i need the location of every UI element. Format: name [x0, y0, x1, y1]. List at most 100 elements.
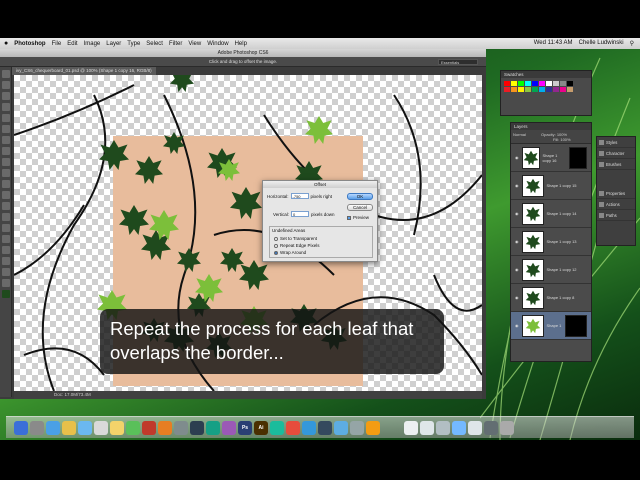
visibility-eye-icon[interactable]: ◉: [515, 155, 519, 160]
menu-edit[interactable]: Edit: [67, 41, 77, 47]
marquee-tool-icon[interactable]: [2, 81, 10, 89]
menu-select[interactable]: Select: [146, 41, 163, 47]
menu-app[interactable]: Photoshop: [14, 41, 45, 47]
foreground-color-swatch[interactable]: [2, 290, 10, 298]
menu-type[interactable]: Type: [127, 41, 140, 47]
trash-icon[interactable]: [500, 420, 514, 435]
menu-layer[interactable]: Layer: [106, 41, 121, 47]
visibility-eye-icon[interactable]: ◉: [515, 267, 519, 272]
preferences-icon[interactable]: [174, 420, 188, 435]
visibility-eye-icon[interactable]: ◉: [515, 239, 519, 244]
downloads-icon[interactable]: [484, 420, 498, 435]
swatch-18[interactable]: [560, 87, 566, 92]
layer-row[interactable]: ◉ Shape 1 copy 16: [511, 144, 591, 172]
character-panel-button[interactable]: Character: [597, 148, 635, 159]
dodge-tool-icon[interactable]: [2, 213, 10, 221]
apple-icon[interactable]: ●: [4, 40, 8, 47]
app-icon-17[interactable]: [270, 420, 284, 435]
document-icon-1[interactable]: [404, 420, 418, 435]
quick-select-tool-icon[interactable]: [2, 103, 10, 111]
document-icon-2[interactable]: [420, 420, 434, 435]
calendar-icon[interactable]: [94, 420, 108, 435]
app-icon-20[interactable]: [318, 420, 332, 435]
layer-row[interactable]: ◉ Shape 1: [511, 312, 591, 340]
swatch-6[interactable]: [546, 81, 552, 86]
messages-icon[interactable]: [126, 420, 140, 435]
properties-panel-button[interactable]: Properties: [597, 188, 635, 199]
mail-icon[interactable]: [62, 420, 76, 435]
repeat-edge-radio[interactable]: [274, 243, 278, 248]
type-tool-icon[interactable]: [2, 235, 10, 243]
fill-value[interactable]: 100%: [560, 137, 570, 142]
swatch-12[interactable]: [518, 87, 524, 92]
ok-button[interactable]: OK: [347, 193, 373, 200]
spotlight-icon[interactable]: ⚲: [630, 40, 634, 47]
document-icon-3[interactable]: [436, 420, 450, 435]
menu-help[interactable]: Help: [235, 41, 247, 47]
finder-icon[interactable]: [14, 420, 28, 435]
swatch-7[interactable]: [553, 81, 559, 86]
swatch-10[interactable]: [504, 87, 510, 92]
menu-window[interactable]: Window: [207, 41, 228, 47]
app-icon-22[interactable]: [350, 420, 364, 435]
app-icon-18[interactable]: [286, 420, 300, 435]
swatch-16[interactable]: [546, 87, 552, 92]
visibility-eye-icon[interactable]: ◉: [515, 295, 519, 300]
swatch-4[interactable]: [532, 81, 538, 86]
blur-tool-icon[interactable]: [2, 202, 10, 210]
styles-panel-button[interactable]: Styles: [597, 137, 635, 148]
menu-filter[interactable]: Filter: [169, 41, 182, 47]
gradient-tool-icon[interactable]: [2, 191, 10, 199]
app-icon-19[interactable]: [302, 420, 316, 435]
shape-tool-icon[interactable]: [2, 257, 10, 265]
swatch-17[interactable]: [553, 87, 559, 92]
hand-tool-icon[interactable]: [2, 268, 10, 276]
user-name[interactable]: Chelle Ludwinski: [579, 40, 624, 47]
app-icon-23[interactable]: [366, 420, 380, 435]
swatch-11[interactable]: [511, 87, 517, 92]
contacts-icon[interactable]: [78, 420, 92, 435]
path-select-tool-icon[interactable]: [2, 246, 10, 254]
vertical-input[interactable]: 0: [291, 211, 310, 217]
layer-row[interactable]: ◉ Shape 1 copy 14: [511, 200, 591, 228]
paths-panel-button[interactable]: Paths: [597, 210, 635, 221]
layer-row[interactable]: ◉ Shape 1 copy 8: [511, 284, 591, 312]
eyedropper-tool-icon[interactable]: [2, 125, 10, 133]
swatch-2[interactable]: [518, 81, 524, 86]
cancel-button[interactable]: Cancel: [347, 204, 373, 211]
layer-row[interactable]: ◉ Shape 1 copy 15: [511, 172, 591, 200]
notes-icon[interactable]: [110, 420, 124, 435]
workspace-select[interactable]: Essentials: [438, 59, 478, 65]
brush-tool-icon[interactable]: [2, 147, 10, 155]
document-icon-5[interactable]: [468, 420, 482, 435]
document-icon-4[interactable]: [452, 420, 466, 435]
layers-header[interactable]: Layers: [511, 123, 591, 130]
appstore-icon[interactable]: [222, 420, 236, 435]
healing-tool-icon[interactable]: [2, 136, 10, 144]
facetime-icon[interactable]: [206, 420, 220, 435]
swatch-8[interactable]: [560, 81, 566, 86]
set-transparent-radio[interactable]: [274, 236, 278, 241]
visibility-eye-icon[interactable]: ◉: [515, 323, 519, 328]
move-tool-icon[interactable]: [2, 70, 10, 78]
swatch-15[interactable]: [539, 87, 545, 92]
swatch-9[interactable]: [567, 81, 573, 86]
swatch-19[interactable]: [567, 87, 573, 92]
layer-row[interactable]: ◉ Shape 1 copy 13: [511, 228, 591, 256]
clock[interactable]: Wed 11:43 AM: [534, 40, 573, 47]
menu-view[interactable]: View: [188, 41, 201, 47]
swatch-grid[interactable]: [501, 78, 591, 95]
actions-panel-button[interactable]: Actions: [597, 199, 635, 210]
horizontal-input[interactable]: -750: [290, 193, 309, 199]
layer-row[interactable]: ◉ Shape 1 copy 12: [511, 256, 591, 284]
safari-icon[interactable]: [46, 420, 60, 435]
document-tab[interactable]: ivy_CS6_chequerboard_01.psd @ 100% (Shap…: [12, 67, 156, 75]
history-brush-tool-icon[interactable]: [2, 169, 10, 177]
zoom-tool-icon[interactable]: [2, 279, 10, 287]
swatch-13[interactable]: [525, 87, 531, 92]
menu-image[interactable]: Image: [84, 41, 101, 47]
eraser-tool-icon[interactable]: [2, 180, 10, 188]
stamp-tool-icon[interactable]: [2, 158, 10, 166]
visibility-eye-icon[interactable]: ◉: [515, 211, 519, 216]
swatch-1[interactable]: [511, 81, 517, 86]
